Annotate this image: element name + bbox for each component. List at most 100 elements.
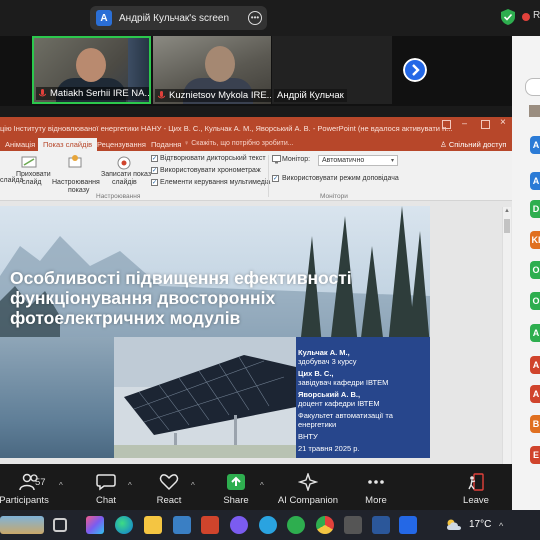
viber-icon[interactable]	[230, 516, 248, 534]
tab-slideshow[interactable]: Показ слайдів	[38, 138, 98, 152]
hide-slide-icon[interactable]	[20, 154, 38, 170]
participant-avatar-4[interactable]: KI	[530, 231, 540, 249]
tab-view[interactable]: Подання	[151, 140, 181, 149]
weather-cloud-icon[interactable]	[446, 519, 462, 530]
faculty-line: Факультет автоматизації та енергетики	[298, 411, 393, 429]
avatar	[529, 105, 540, 117]
video-tile-3[interactable]: Андрій Кульчак	[272, 36, 392, 104]
share-screen-icon	[227, 474, 245, 490]
participant-avatar-6[interactable]: O	[530, 292, 540, 310]
record-label-2[interactable]: слайдів	[112, 179, 137, 187]
narration-checkbox[interactable]: ✓	[151, 155, 158, 162]
widgets-icon[interactable]	[0, 516, 44, 534]
participant-avatar-3[interactable]: D	[530, 200, 540, 218]
solar-panels-image	[114, 337, 296, 458]
date-line: 21 травня 2025 р.	[298, 444, 360, 453]
task-view-icon[interactable]	[53, 518, 67, 532]
media-controls-label: Елементи керування мультимедіа	[160, 179, 271, 186]
system-tray-chevron-icon[interactable]: ^	[499, 521, 503, 531]
acrobat-icon[interactable]	[201, 516, 219, 534]
participant-avatar-1[interactable]: A	[530, 136, 540, 154]
chat-button[interactable]: Chat	[86, 464, 126, 510]
leave-icon	[468, 473, 484, 491]
record-icon[interactable]	[115, 154, 133, 170]
vertical-scrollbar[interactable]: ▲	[502, 207, 511, 490]
edge-icon[interactable]	[115, 516, 133, 534]
share-title: Андрій Кульчак's screen	[119, 12, 230, 24]
setup-show-label-2[interactable]: показу	[68, 187, 89, 195]
participant-avatar-2[interactable]: A	[530, 172, 540, 190]
screen-share-indicator[interactable]: A Андрій Кульчак's screen •••	[90, 6, 267, 30]
store-icon[interactable]	[173, 516, 191, 534]
app-icon[interactable]	[344, 516, 362, 534]
maximize-icon[interactable]	[481, 120, 490, 129]
chat-caret-icon[interactable]: ^	[128, 481, 132, 490]
media-controls-checkbox[interactable]: ✓	[151, 179, 158, 186]
hide-slide-label-2[interactable]: слайд	[22, 179, 41, 187]
presenter-view-checkbox[interactable]: ✓	[272, 175, 279, 182]
slide-title: Особливості підвищення ефективності функ…	[10, 268, 352, 328]
recording-dot-icon	[522, 13, 530, 21]
copilot-icon[interactable]	[86, 516, 104, 534]
participant-avatar-11[interactable]: E	[530, 446, 540, 464]
narration-label: Відтворювати дикторський текст	[160, 155, 266, 162]
author-line: завідувач кафедри ІВТЕМ	[298, 378, 389, 387]
author-line: доцент кафедри ІВТЕМ	[298, 399, 380, 408]
ribbon-tabs: Анімація Показ слайдів Рецензування Пода…	[0, 137, 512, 152]
sharer-avatar: A	[96, 10, 112, 26]
more-options-icon[interactable]: •••	[248, 11, 262, 25]
tab-review[interactable]: Рецензування	[97, 140, 146, 149]
telegram-icon[interactable]	[259, 516, 277, 534]
close-icon[interactable]: ×	[500, 117, 506, 128]
record-label-1[interactable]: Записати показ	[101, 171, 151, 179]
hide-slide-label-1[interactable]: Приховати	[16, 171, 51, 179]
monitor-icon	[272, 155, 281, 164]
react-caret-icon[interactable]: ^	[191, 481, 195, 490]
react-button[interactable]: React	[148, 464, 190, 510]
meeting-toolbar: Participants 57 ^ Chat ^ React ^ Share ^	[0, 464, 512, 510]
security-shield-icon[interactable]	[501, 9, 515, 25]
zoom-icon[interactable]	[399, 516, 417, 534]
share-caret-icon[interactable]: ^	[260, 481, 264, 490]
leave-button[interactable]: Leave	[456, 464, 496, 510]
timings-label: Використовувати хронометраж	[160, 167, 261, 174]
share-access-button[interactable]: ♙ Спільний доступ	[440, 140, 507, 149]
monitor-select[interactable]: Автоматично ▾	[318, 155, 398, 166]
setup-show-label-1[interactable]: Настроювання	[52, 179, 100, 187]
mountain-image	[0, 337, 114, 458]
zoom-meeting-window: A Андрій Кульчак's screen ••• R Matiakh …	[0, 0, 540, 540]
file-explorer-icon[interactable]	[144, 516, 162, 534]
whatsapp-icon[interactable]	[287, 516, 305, 534]
search-field[interactable]	[525, 78, 540, 96]
ribbon-display-icon[interactable]	[442, 120, 451, 129]
recording-label: R	[533, 10, 540, 21]
chrome-icon[interactable]	[316, 516, 334, 534]
participant-avatar-5[interactable]: O	[530, 261, 540, 279]
tab-animation[interactable]: Анімація	[5, 140, 35, 149]
ribbon-divider	[268, 155, 269, 197]
participants-caret-icon[interactable]: ^	[59, 481, 63, 490]
author-line: Цих В. С.,	[298, 369, 334, 378]
participant-avatar-10[interactable]: B	[530, 415, 540, 433]
word-icon[interactable]	[372, 516, 390, 534]
video-tile-1[interactable]: Matiakh Serhii IRE NA...	[32, 36, 151, 104]
scroll-up-icon[interactable]: ▲	[504, 208, 510, 214]
temperature: 17°C	[469, 519, 492, 530]
ai-companion-button[interactable]: AI Companion	[277, 464, 339, 510]
share-screen-button[interactable]: Share	[215, 464, 257, 510]
setup-group-label: Настроювання	[96, 193, 141, 200]
participant-avatar-8[interactable]: A	[530, 356, 540, 374]
scrollbar-thumb[interactable]	[504, 219, 510, 233]
timings-checkbox[interactable]: ✓	[151, 167, 158, 174]
minimize-icon[interactable]: –	[462, 118, 467, 128]
ppt-title-text: цію Інституту відновлюваної енергетики Н…	[0, 124, 453, 133]
participant-avatar-9[interactable]: A	[530, 385, 540, 403]
next-videos-button[interactable]	[403, 58, 427, 82]
monitor-label: Монітор:	[282, 156, 311, 163]
tell-me-field[interactable]: ♀ Скажіть, що потрібно зробити...	[184, 140, 294, 147]
setup-show-icon[interactable]	[66, 154, 84, 170]
more-button[interactable]: More	[356, 464, 396, 510]
participant-avatar-7[interactable]: A	[530, 324, 540, 342]
video-tile-2[interactable]: Kuznietsov Mykola IRE...	[153, 36, 271, 104]
participant-count: 57	[35, 477, 46, 488]
